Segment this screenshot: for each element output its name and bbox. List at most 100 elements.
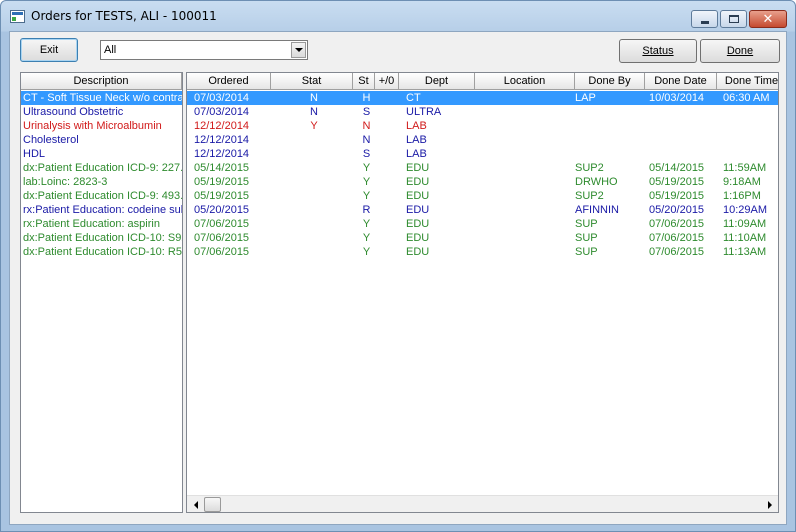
orders-window: Orders for TESTS, ALI - 100011 ✕ Exit Al… — [0, 0, 796, 532]
cell-done-by: DRWHO — [575, 176, 618, 188]
cell-stat — [275, 245, 353, 259]
column-header-location[interactable]: Location — [475, 73, 575, 90]
title-bar[interactable]: Orders for TESTS, ALI - 100011 ✕ — [1, 1, 795, 31]
maximize-button[interactable] — [720, 10, 747, 28]
description-row[interactable]: dx:Patient Education ICD-10: S92. — [21, 231, 182, 245]
cell-done-by — [575, 147, 645, 161]
column-header-ordered[interactable]: Ordered — [187, 73, 271, 90]
description-row[interactable]: dx:Patient Education ICD-9: 227.3 — [21, 161, 182, 175]
description-row[interactable]: dx:Patient Education ICD-9: 493.0 — [21, 189, 182, 203]
cell-done-date — [649, 105, 717, 119]
cell-done-time: 10:29AM — [723, 204, 768, 216]
cell-dept: EDU — [406, 176, 430, 188]
cell-description: HDL — [23, 148, 46, 160]
cell-st: S — [362, 106, 371, 118]
cell-plus-zero — [381, 175, 399, 189]
close-button[interactable]: ✕ — [749, 10, 787, 28]
description-row[interactable]: HDL — [21, 147, 182, 161]
table-row[interactable]: 07/06/2015 Y EDU SUP 07/06/2015 11:13AM — [187, 245, 778, 259]
column-header-dept[interactable]: Dept — [399, 73, 475, 90]
table-row[interactable]: 07/03/2014 N H CT LAP 10/03/2014 06:30 AM — [187, 91, 778, 105]
cell-location — [475, 147, 575, 161]
cell-plus-zero — [381, 231, 399, 245]
scrollbar-thumb[interactable] — [204, 497, 221, 512]
table-row[interactable]: 05/19/2015 Y EDU DRWHO 05/19/2015 9:18AM — [187, 175, 778, 189]
column-header-stat[interactable]: Stat — [271, 73, 353, 90]
cell-description: Ultrasound Obstetric — [23, 106, 124, 118]
column-header-done-date[interactable]: Done Date — [645, 73, 717, 90]
description-row[interactable]: dx:Patient Education ICD-10: R50 — [21, 245, 182, 259]
table-row[interactable]: 05/19/2015 Y EDU SUP2 05/19/2015 1:16PM — [187, 189, 778, 203]
cell-st: N — [362, 120, 371, 132]
cell-st: S — [362, 148, 371, 160]
cell-description: lab:Loinc: 2823-3 — [23, 176, 108, 188]
cell-description: CT - Soft Tissue Neck w/o contra — [23, 92, 182, 104]
table-row[interactable]: 07/06/2015 Y EDU SUP 07/06/2015 11:09AM — [187, 217, 778, 231]
cell-done-date: 07/06/2015 — [649, 218, 705, 230]
description-row[interactable]: Cholesterol — [21, 133, 182, 147]
cell-stat — [275, 203, 353, 217]
table-row[interactable]: 05/14/2015 Y EDU SUP2 05/14/2015 11:59AM — [187, 161, 778, 175]
cell-done-by — [575, 119, 645, 133]
description-row[interactable]: rx:Patient Education: codeine sulfa — [21, 203, 182, 217]
filter-dropdown[interactable]: All — [100, 40, 308, 60]
cell-description: rx:Patient Education: codeine sulfa — [23, 204, 182, 216]
cell-done-by — [575, 133, 645, 147]
column-header-done-time[interactable]: Done Time — [717, 73, 778, 90]
cell-st: Y — [362, 176, 371, 188]
status-button[interactable]: Status — [619, 39, 697, 63]
description-row[interactable]: CT - Soft Tissue Neck w/o contra — [21, 91, 182, 105]
cell-plus-zero — [381, 203, 399, 217]
minimize-button[interactable] — [691, 10, 718, 28]
cell-dept: LAB — [406, 134, 427, 146]
description-row[interactable]: rx:Patient Education: aspirin — [21, 217, 182, 231]
description-row[interactable]: Ultrasound Obstetric — [21, 105, 182, 119]
cell-dept: EDU — [406, 246, 430, 258]
filter-dropdown-value: All — [104, 44, 117, 56]
cell-done-by — [575, 105, 645, 119]
cell-dept: EDU — [406, 232, 430, 244]
table-row[interactable]: 12/12/2014 S LAB — [187, 147, 778, 161]
cell-st: H — [362, 92, 371, 104]
cell-done-time: 06:30 AM — [723, 92, 770, 104]
close-icon: ✕ — [762, 11, 774, 27]
cell-description: dx:Patient Education ICD-10: S92. — [23, 232, 182, 244]
table-row[interactable]: 12/12/2014 Y N LAB — [187, 119, 778, 133]
cell-done-date: 05/20/2015 — [649, 204, 705, 216]
cell-done-date: 05/19/2015 — [649, 176, 705, 188]
status-button-label: Status — [642, 45, 674, 57]
done-button[interactable]: Done — [700, 39, 780, 63]
window-title: Orders for TESTS, ALI - 100011 — [31, 9, 217, 23]
cell-done-by: LAP — [575, 92, 596, 104]
minimize-icon — [700, 20, 709, 24]
column-header-st[interactable]: St — [353, 73, 375, 90]
cell-stat — [275, 217, 353, 231]
table-row[interactable]: 05/20/2015 R EDU AFINNIN 05/20/2015 10:29AM — [187, 203, 778, 217]
scroll-left-button[interactable] — [188, 497, 203, 512]
table-row[interactable]: 12/12/2014 N LAB — [187, 133, 778, 147]
description-row[interactable]: lab:Loinc: 2823-3 — [21, 175, 182, 189]
description-list[interactable]: Description CT - Soft Tissue Neck w/o co… — [20, 72, 183, 513]
exit-button[interactable]: Exit — [20, 38, 78, 62]
column-header-description[interactable]: Description — [21, 73, 182, 90]
table-row[interactable]: 07/03/2014 N S ULTRA — [187, 105, 778, 119]
cell-done-time: 11:09AM — [723, 218, 767, 230]
cell-done-by: AFINNIN — [575, 204, 619, 216]
orders-grid[interactable]: Ordered Stat St +/0 Dept Location Done By Done … — [186, 72, 779, 513]
column-header-plus-zero[interactable]: +/0 — [375, 73, 399, 90]
column-header-done-by[interactable]: Done By — [575, 73, 645, 90]
horizontal-scrollbar[interactable] — [187, 495, 778, 512]
description-row[interactable]: Urinalysis with Microalbumin — [21, 119, 182, 133]
cell-ordered: 07/03/2014 — [194, 92, 250, 104]
chevron-down-icon — [294, 48, 303, 52]
cell-location — [475, 91, 575, 105]
scroll-right-button[interactable] — [762, 497, 777, 512]
client-area: Exit All Status Done Description CT - So… — [9, 31, 787, 525]
dropdown-arrow-button[interactable] — [291, 42, 306, 58]
cell-dept: EDU — [406, 204, 430, 216]
cell-stat — [275, 133, 353, 147]
cell-done-date — [649, 147, 717, 161]
table-row[interactable]: 07/06/2015 Y EDU SUP 07/06/2015 11:10AM — [187, 231, 778, 245]
cell-location — [475, 161, 575, 175]
cell-dept: LAB — [406, 148, 427, 160]
